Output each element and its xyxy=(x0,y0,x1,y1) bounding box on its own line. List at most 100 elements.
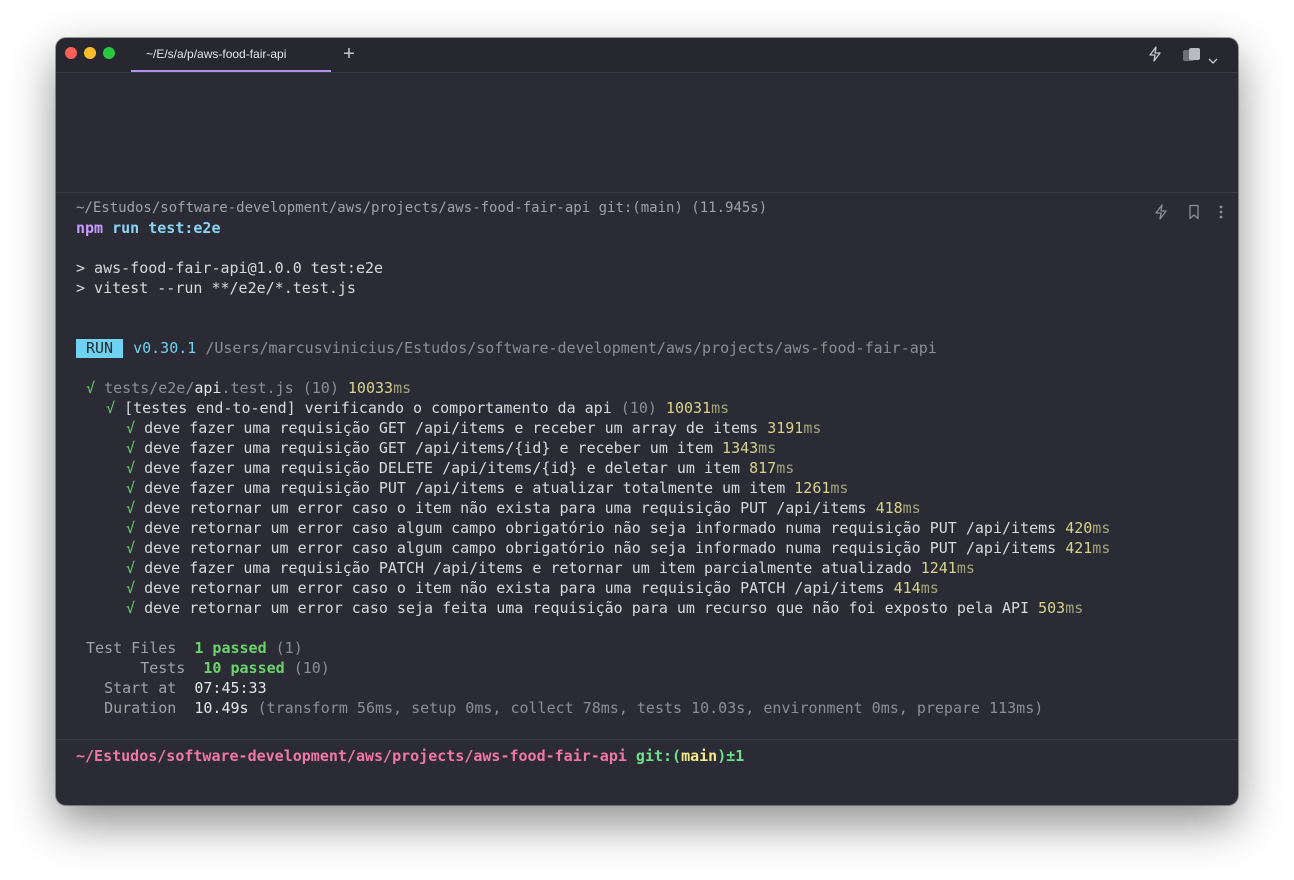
test-time: 414 xyxy=(893,579,921,597)
summary-label: Start at xyxy=(104,679,177,697)
file-count: (10) xyxy=(302,379,339,397)
file-time: 10033 xyxy=(347,379,394,397)
terminal-window: ~/E/s/a/p/aws-food-fair-api + ~/Estudos/… xyxy=(56,38,1238,805)
test-time: 418 xyxy=(875,499,903,517)
test-time-unit: ms xyxy=(920,579,939,597)
check-icon: √ xyxy=(126,499,136,517)
tab-title: ~/E/s/a/p/aws-food-fair-api xyxy=(146,47,287,61)
minimize-window-button[interactable] xyxy=(84,47,96,59)
test-time: 1241 xyxy=(920,559,957,577)
block-header: ~/Estudos/software-development/aws/proje… xyxy=(76,200,768,216)
file-dir: tests/e2e/ xyxy=(104,379,195,397)
test-result-row: √ deve fazer uma requisição GET /api/ite… xyxy=(126,418,821,438)
test-time: 420 xyxy=(1065,519,1093,537)
command-line: npm run test:e2e xyxy=(76,218,221,238)
summary-label: Tests xyxy=(140,659,186,677)
check-icon: √ xyxy=(106,399,116,417)
test-time-unit: ms xyxy=(758,439,777,457)
test-time-unit: ms xyxy=(830,479,849,497)
test-name: deve retornar um error caso o item não e… xyxy=(144,499,867,517)
test-file-line: √ tests/e2e/api.test.js (10) 10033ms xyxy=(86,378,411,398)
lightning-icon[interactable] xyxy=(1154,204,1168,224)
prompt-branch: main xyxy=(681,747,718,765)
summary-value: 07:45:33 xyxy=(194,679,267,697)
test-time-unit: ms xyxy=(956,559,975,577)
check-icon: √ xyxy=(126,479,136,497)
prompt-git-suffix: ) xyxy=(717,747,727,765)
test-name: deve fazer uma requisição DELETE /api/it… xyxy=(144,459,741,477)
zoom-window-button[interactable] xyxy=(103,47,115,59)
check-icon: √ xyxy=(126,519,136,537)
check-icon: √ xyxy=(86,379,96,397)
test-time: 817 xyxy=(749,459,777,477)
test-result-row: √ deve retornar um error caso o item não… xyxy=(126,498,921,518)
test-name: deve fazer uma requisição GET /api/items… xyxy=(144,439,714,457)
test-time: 1343 xyxy=(722,439,759,457)
test-time-unit: ms xyxy=(1065,599,1084,617)
test-time-unit: ms xyxy=(803,419,822,437)
summary-duration: Duration 10.49s (transform 56ms, setup 0… xyxy=(86,698,1043,718)
test-name: deve retornar um error caso o item não e… xyxy=(144,579,885,597)
close-window-button[interactable] xyxy=(65,47,77,59)
test-time-unit: ms xyxy=(776,459,795,477)
test-result-row: √ deve retornar um error caso seja feita… xyxy=(126,598,1083,618)
summary-label: Duration xyxy=(104,699,177,717)
check-icon: √ xyxy=(126,579,136,597)
suite-name: [testes end-to-end] verificando o compor… xyxy=(124,399,612,417)
test-time-unit: ms xyxy=(1092,519,1111,537)
script-line: > aws-food-fair-api@1.0.0 test:e2e xyxy=(76,259,384,277)
test-name: deve retornar um error caso algum campo … xyxy=(144,539,1057,557)
summary-start: Start at 07:45:33 xyxy=(86,678,267,698)
check-icon: √ xyxy=(126,539,136,557)
test-time-unit: ms xyxy=(902,499,921,517)
suite-time: 10031 xyxy=(665,399,712,417)
test-time: 421 xyxy=(1065,539,1093,557)
run-path: /Users/marcusvinicius/Estudos/software-d… xyxy=(205,339,937,357)
plus-icon: + xyxy=(343,43,355,65)
title-bar: ~/E/s/a/p/aws-food-fair-api + xyxy=(56,38,1238,73)
test-result-row: √ deve fazer uma requisição GET /api/ite… xyxy=(126,438,776,458)
file-time-unit: ms xyxy=(393,379,412,397)
command-args: run test:e2e xyxy=(112,219,221,237)
test-name: deve fazer uma requisição GET /api/items… xyxy=(144,419,759,437)
test-name: deve retornar um error caso seja feita u… xyxy=(144,599,1030,617)
test-time: 1261 xyxy=(794,479,831,497)
test-result-row: √ deve fazer uma requisição PUT /api/ite… xyxy=(126,478,848,498)
terminal-tab[interactable]: ~/E/s/a/p/aws-food-fair-api xyxy=(131,38,331,72)
panels-icon[interactable] xyxy=(1182,47,1202,67)
shell-prompt[interactable]: ~/Estudos/software-development/aws/proje… xyxy=(76,746,744,766)
bookmark-icon[interactable] xyxy=(1188,204,1200,224)
test-time-unit: ms xyxy=(1092,539,1111,557)
test-time: 3191 xyxy=(767,419,804,437)
test-result-row: √ deve retornar um error caso algum camp… xyxy=(126,518,1110,538)
run-badge: RUN xyxy=(76,339,124,358)
chevron-down-icon[interactable] xyxy=(1208,50,1218,69)
command-bin: npm xyxy=(76,219,104,237)
test-time: 503 xyxy=(1038,599,1066,617)
file-ext: .test.js xyxy=(221,379,294,397)
test-name: deve retornar um error caso algum campo … xyxy=(144,519,1057,537)
suite-line: √ [testes end-to-end] verificando o comp… xyxy=(106,398,729,418)
summary-detail: (transform 56ms, setup 0ms, collect 78ms… xyxy=(257,699,1044,717)
check-icon: √ xyxy=(126,459,136,477)
prompt-path: ~/Estudos/software-development/aws/proje… xyxy=(76,747,627,765)
summary-passed: 1 passed xyxy=(194,639,267,657)
script-line: > vitest --run **/e2e/*.test.js xyxy=(76,279,356,297)
summary-total: (10) xyxy=(293,659,330,677)
summary-test-files: Test Files 1 passed (1) xyxy=(86,638,303,658)
summary-label: Test Files xyxy=(86,639,177,657)
suite-time-unit: ms xyxy=(711,399,730,417)
new-tab-button[interactable]: + xyxy=(340,43,358,65)
summary-tests: Tests 10 passed (10) xyxy=(86,658,330,678)
file-name: api xyxy=(194,379,222,397)
test-name: deve fazer uma requisição PATCH /api/ite… xyxy=(144,559,912,577)
summary-passed: 10 passed xyxy=(203,659,285,677)
summary-value: 10.49s xyxy=(194,699,249,717)
test-result-row: √ deve retornar um error caso algum camp… xyxy=(126,538,1110,558)
more-options-icon[interactable] xyxy=(1218,204,1224,224)
check-icon: √ xyxy=(126,599,136,617)
empty-output-block xyxy=(56,73,1238,193)
check-icon: √ xyxy=(126,559,136,577)
lightning-icon[interactable] xyxy=(1148,46,1162,66)
check-icon: √ xyxy=(126,439,136,457)
